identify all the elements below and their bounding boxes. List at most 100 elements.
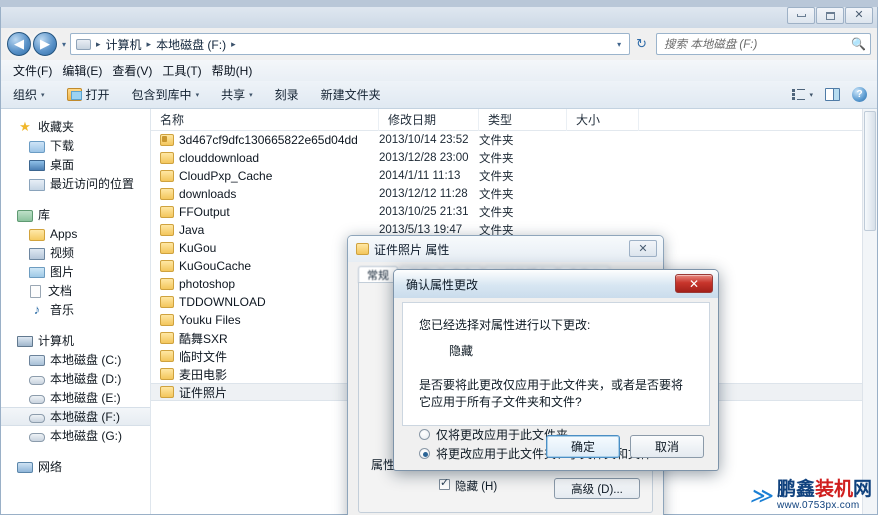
confirm-intro-text: 您已经选择对属性进行以下更改: (419, 318, 591, 332)
column-header-date[interactable]: 修改日期 (379, 109, 479, 131)
sidebar-item-recent-places-label: 最近访问的位置 (50, 177, 135, 191)
preview-pane-button[interactable] (825, 88, 840, 101)
sidebar-item-desktop[interactable]: 桌面 (1, 155, 150, 174)
close-icon: ✕ (688, 276, 700, 291)
menu-item-view[interactable]: 查看(V) (112, 60, 162, 81)
file-date-cell: 2013/12/28 23:00 (379, 152, 469, 164)
window-titlebar: ✕ (1, 7, 877, 28)
maximize-button[interactable] (816, 7, 844, 24)
sidebar-item-videos[interactable]: 视频 (1, 243, 150, 262)
file-type-cell: 文件夹 (479, 207, 514, 219)
sidebar-item-music[interactable]: ♪ 音乐 (1, 300, 150, 319)
cancel-button[interactable]: 取消 (630, 435, 704, 458)
sidebar-item-apps[interactable]: Apps (1, 224, 150, 243)
sidebar-group-favorites-label: 收藏夹 (38, 120, 75, 134)
preview-pane-icon (825, 88, 840, 101)
confirm-dialog-title: 确认属性更改 (406, 277, 479, 292)
advanced-button[interactable]: 高级 (D)... (554, 478, 640, 499)
file-date-cell: 2013/12/12 11:28 (379, 188, 468, 200)
properties-dialog-close-button[interactable]: ✕ (629, 240, 657, 257)
option-subfolders-and-files-radio[interactable] (419, 448, 430, 459)
toolbar-organize-button[interactable]: 组织 ▾ (13, 86, 45, 103)
history-dropdown-button[interactable]: ▾ (58, 40, 70, 49)
toolbar-open-button[interactable]: 打开 (66, 86, 110, 103)
back-button[interactable]: ◀ (7, 32, 31, 56)
sidebar-item-drive-c[interactable]: 本地磁盘 (C:) (1, 350, 150, 369)
sidebar-item-documents[interactable]: 文档 (1, 281, 150, 300)
column-header-name[interactable]: 名称 (151, 109, 379, 131)
toolbar-new-folder-button[interactable]: 新建文件夹 (321, 86, 381, 103)
close-button[interactable]: ✕ (845, 7, 873, 24)
menu-item-tools[interactable]: 工具(T) (162, 60, 211, 81)
breadcrumb-item-computer[interactable]: 计算机 (104, 36, 144, 53)
option-this-folder-only-radio[interactable] (419, 429, 430, 440)
hidden-checkbox[interactable] (439, 477, 450, 490)
folder-icon (160, 206, 174, 218)
toolbar-burn-button[interactable]: 刻录 (275, 86, 299, 103)
breadcrumb-separator-icon: ▸ (146, 38, 152, 49)
breadcrumb-separator-icon: ▸ (96, 38, 101, 49)
confirm-dialog-close-button[interactable]: ✕ (675, 274, 713, 293)
menu-item-help[interactable]: 帮助(H) (212, 60, 263, 81)
sidebar-item-pictures[interactable]: 图片 (1, 262, 150, 281)
menu-item-file[interactable]: 文件(F) (13, 60, 62, 81)
menu-item-edit[interactable]: 编辑(E) (62, 60, 112, 81)
vertical-scrollbar[interactable] (862, 109, 877, 514)
sidebar-item-drive-e[interactable]: 本地磁盘 (E:) (1, 388, 150, 407)
sidebar-group-network[interactable]: 网络 (1, 457, 150, 476)
toolbar-share-button[interactable]: 共享 ▾ (221, 86, 253, 103)
table-row[interactable]: downloads 2013/12/12 11:28 文件夹 (151, 185, 877, 203)
minimize-button[interactable] (787, 7, 815, 24)
column-header-type[interactable]: 类型 (479, 109, 567, 131)
forward-button[interactable]: ▶ (33, 32, 57, 56)
file-date-cell: 2014/1/11 11:13 (379, 170, 461, 182)
file-name-label: KuGouCache (179, 259, 252, 273)
breadcrumb-item-drive[interactable]: 本地磁盘 (F:) (154, 36, 228, 53)
sidebar-group-libraries[interactable]: 库 (1, 205, 150, 224)
attributes-hidden-line: 隐藏 (H) 高级 (D)... (371, 477, 640, 499)
sidebar-item-downloads[interactable]: 下载 (1, 136, 150, 155)
table-row[interactable]: CloudPxp_Cache 2014/1/11 11:13 文件夹 (151, 167, 877, 185)
change-view-button[interactable]: ▾ (792, 89, 813, 100)
table-row[interactable]: 3d467cf9dfc130665822e65d04dd 2013/10/14 2… (151, 131, 877, 149)
table-row[interactable]: clouddownload 2013/12/28 23:00 文件夹 (151, 149, 877, 167)
menu-bar: 文件(F) 编辑(E) 查看(V) 工具(T) 帮助(H) (1, 60, 877, 81)
sidebar-item-drive-d[interactable]: 本地磁盘 (D:) (1, 369, 150, 388)
ok-button[interactable]: 确定 (546, 435, 620, 458)
folder-icon (160, 332, 174, 344)
sidebar-item-drive-e-label: 本地磁盘 (E:) (50, 391, 121, 405)
search-box[interactable]: 搜索 本地磁盘 (F:) 🔍 (656, 33, 871, 55)
table-row[interactable]: FFOutput 2013/10/25 21:31 文件夹 (151, 203, 877, 221)
help-button[interactable]: ? (852, 87, 867, 102)
command-toolbar: 组织 ▾ 打开 包含到库中 ▾ 共享 ▾ 刻录 新建文件夹 ▾ ? (1, 81, 877, 109)
refresh-button[interactable]: ↻ (630, 36, 653, 52)
file-type-cell: 文件夹 (479, 153, 514, 165)
breadcrumb-separator-icon: ▸ (231, 38, 236, 49)
file-name-label: downloads (179, 187, 237, 201)
sidebar-item-drive-g[interactable]: 本地磁盘 (G:) (1, 426, 150, 445)
sidebar-group-libraries-label: 库 (38, 208, 51, 222)
computer-icon (76, 38, 91, 50)
file-date-cell: 2013/10/25 21:31 (379, 206, 469, 218)
navigation-pane[interactable]: ★ 收藏夹 下载 桌面 最近访问的位置 库 Apps 视频 图片 文档 ♪ 音乐… (1, 109, 151, 514)
confirm-attribute-changes-dialog[interactable]: 确认属性更改 ✕ 您已经选择对属性进行以下更改: 隐藏 是否要将此更改仅应用于此… (393, 269, 719, 471)
sidebar-group-computer[interactable]: 计算机 (1, 331, 150, 350)
address-dropdown-button[interactable]: ▾ (611, 40, 627, 49)
toolbar-share-label: 共享 (221, 88, 246, 102)
sidebar-item-recent-places[interactable]: 最近访问的位置 (1, 174, 150, 193)
sidebar-group-favorites[interactable]: ★ 收藏夹 (1, 117, 150, 136)
tab-general[interactable]: 常规 (358, 266, 398, 283)
column-header-size[interactable]: 大小 (567, 109, 639, 131)
sidebar-item-drive-f[interactable]: 本地磁盘 (F:) (1, 407, 150, 426)
scrollbar-thumb[interactable] (864, 111, 876, 231)
toolbar-include-in-library-button[interactable]: 包含到库中 ▾ (132, 86, 200, 103)
sidebar-item-drive-f-label: 本地磁盘 (F:) (50, 410, 120, 424)
library-icon (17, 209, 33, 222)
recent-places-icon (29, 178, 45, 191)
search-input[interactable]: 搜索 本地磁盘 (F:) (664, 36, 851, 52)
folder-icon (160, 278, 174, 290)
folder-icon (160, 242, 174, 254)
breadcrumb-bar[interactable]: ▸ 计算机 ▸ 本地磁盘 (F:) ▸ ▾ (70, 33, 631, 55)
file-name-cell: 酷舞SXR (151, 330, 379, 347)
